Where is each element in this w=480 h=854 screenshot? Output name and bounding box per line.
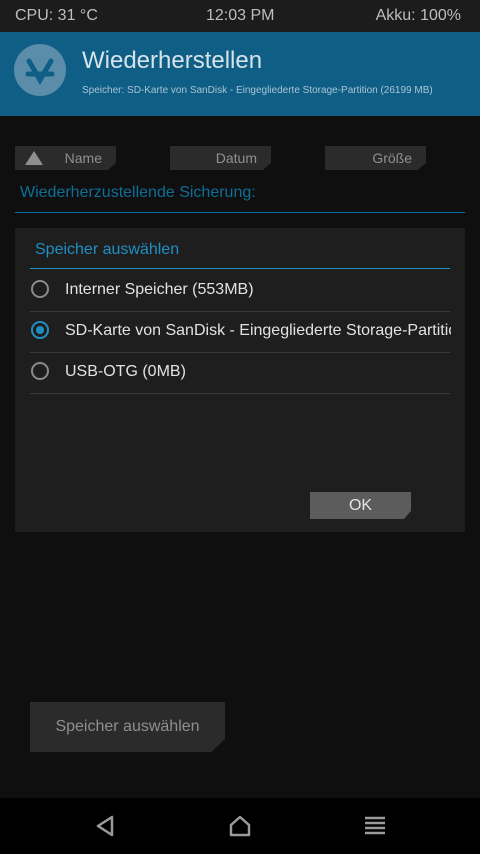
- sort-size-button[interactable]: Größe: [325, 146, 426, 170]
- back-icon[interactable]: [90, 812, 120, 840]
- clock: 12:03 PM: [206, 7, 275, 24]
- sort-name-label: Name: [64, 150, 102, 166]
- navigation-bar: [0, 798, 480, 854]
- battery-level: Akku: 100%: [375, 7, 461, 24]
- storage-dialog: Speicher auswählen Interner Speicher (55…: [15, 228, 465, 532]
- option-label: Interner Speicher (553MB): [65, 281, 254, 298]
- home-icon[interactable]: [225, 812, 255, 840]
- sort-ascending-icon: [25, 151, 43, 165]
- dialog-divider: [30, 268, 450, 269]
- radio-checked-icon: [31, 321, 49, 339]
- backup-list-label: Wiederherzustellende Sicherung:: [20, 184, 256, 201]
- sort-name-button[interactable]: Name: [15, 146, 116, 170]
- storage-option-internal[interactable]: Interner Speicher (553MB): [30, 270, 450, 312]
- page-title: Wiederherstellen: [82, 47, 263, 74]
- sort-date-label: Datum: [215, 150, 257, 166]
- radio-unchecked-icon: [31, 280, 49, 298]
- divider: [15, 212, 465, 213]
- storage-subtitle: Speicher: SD-Karte von SanDisk - Eingegl…: [82, 85, 433, 96]
- sort-size-label: Größe: [372, 150, 412, 166]
- option-label: USB-OTG (0MB): [65, 363, 186, 380]
- menu-icon[interactable]: [360, 812, 390, 840]
- storage-option-sdcard[interactable]: SD-Karte von SanDisk - Eingegliederte St…: [30, 311, 451, 353]
- storage-option-usb-otg[interactable]: USB-OTG (0MB): [30, 352, 450, 394]
- status-bar: CPU: 31 °C 12:03 PM Akku: 100%: [0, 0, 480, 32]
- dialog-title: Speicher auswählen: [35, 241, 180, 258]
- sort-date-button[interactable]: Datum: [170, 146, 271, 170]
- option-label: SD-Karte von SanDisk - Eingegliederte St…: [65, 322, 451, 339]
- ok-button[interactable]: OK: [310, 492, 411, 519]
- twrp-logo-icon: [14, 44, 66, 96]
- select-storage-button[interactable]: Speicher auswählen: [30, 702, 225, 752]
- radio-unchecked-icon: [31, 362, 49, 380]
- cpu-temperature: CPU: 31 °C: [15, 7, 98, 24]
- header: Wiederherstellen Speicher: SD-Karte von …: [0, 32, 480, 116]
